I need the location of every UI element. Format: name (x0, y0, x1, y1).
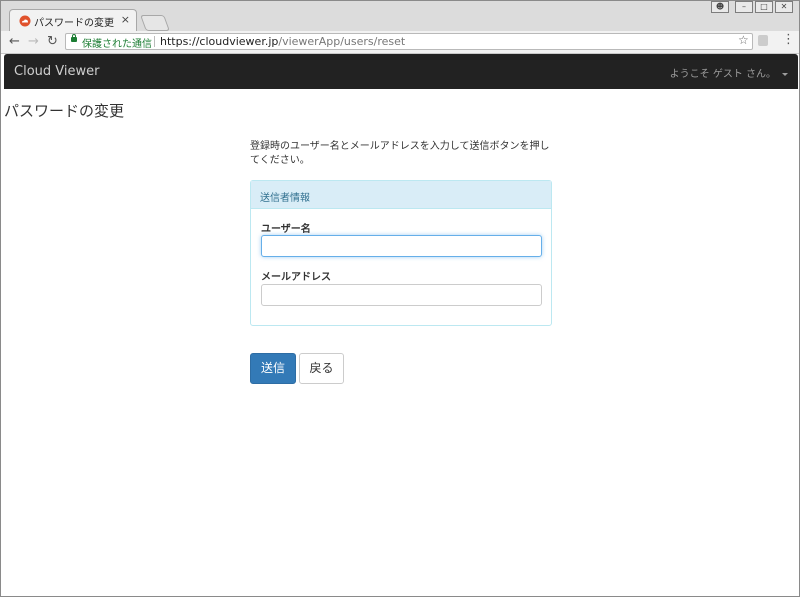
email-label: メールアドレス (261, 272, 331, 283)
profile-icon[interactable]: ☻ (711, 1, 729, 13)
url-text[interactable]: https://cloudviewer.jp/viewerApp/users/r… (160, 35, 405, 48)
panel-heading: 送信者情報 (251, 181, 551, 209)
app-navbar: Cloud Viewer ようこそ ゲスト さん。 (4, 54, 798, 89)
browser-window: パスワードの変更 × ☻ – □ ✕ ← → ↻ 保護された通信 https:/… (0, 0, 800, 597)
maximize-button[interactable]: □ (755, 1, 773, 13)
url-path: /viewerApp/users/reset (278, 35, 406, 48)
browser-menu-icon[interactable]: ⋮ (782, 32, 795, 47)
security-indicator[interactable]: 保護された通信 (82, 35, 152, 50)
navbar-brand[interactable]: Cloud Viewer (14, 64, 99, 79)
tab-strip: パスワードの変更 × ☻ – □ ✕ (1, 1, 799, 31)
browser-toolbar: ← → ↻ 保護された通信 https://cloudviewer.jp/vie… (1, 31, 799, 54)
close-window-button[interactable]: ✕ (775, 1, 793, 13)
caret-down-icon (782, 72, 788, 76)
back-button[interactable]: 戻る (299, 353, 344, 384)
extension-icon[interactable] (758, 35, 768, 46)
intro-text: 登録時のユーザー名とメールアドレスを入力して送信ボタンを押してください。 (250, 141, 550, 166)
page-title: パスワードの変更 (4, 102, 125, 120)
bookmark-star-icon[interactable]: ☆ (738, 33, 749, 47)
reload-icon[interactable]: ↻ (47, 34, 58, 49)
cloud-favicon-icon (19, 15, 31, 27)
submit-button[interactable]: 送信 (250, 353, 296, 384)
back-arrow-icon[interactable]: ← (9, 34, 20, 49)
forward-arrow-icon[interactable]: → (28, 34, 39, 49)
welcome-text: ようこそ ゲスト さん。 (669, 69, 776, 80)
url-origin: https://cloudviewer.jp (160, 35, 279, 48)
tab-close-icon[interactable]: × (121, 13, 130, 26)
lock-icon (71, 34, 77, 42)
window-controls: ☻ – □ ✕ (711, 1, 793, 13)
address-separator (154, 36, 155, 47)
sender-info-panel: 送信者情報 ユーザー名 メールアドレス (250, 180, 552, 326)
tab-title: パスワードの変更 (34, 18, 114, 29)
address-bar[interactable]: 保護された通信 https://cloudviewer.jp/viewerApp… (65, 33, 753, 50)
email-input[interactable] (261, 284, 542, 306)
panel-heading-title: 送信者情報 (260, 193, 310, 204)
username-label: ユーザー名 (261, 224, 311, 235)
new-tab-button[interactable] (140, 15, 170, 31)
username-input[interactable] (261, 235, 542, 257)
browser-tab[interactable]: パスワードの変更 × (9, 9, 137, 31)
minimize-button[interactable]: – (735, 1, 753, 13)
user-menu-toggle[interactable]: ようこそ ゲスト さん。 (670, 65, 788, 80)
